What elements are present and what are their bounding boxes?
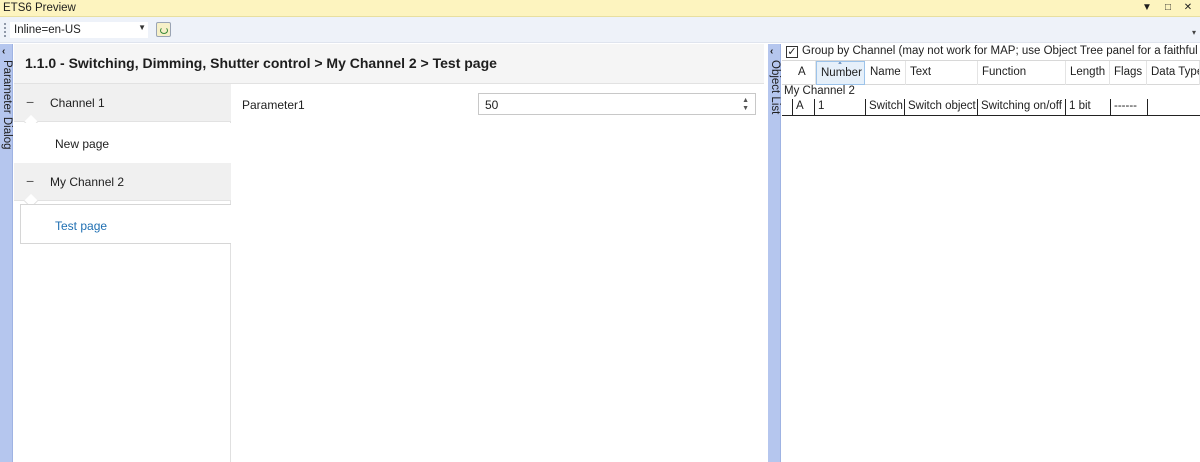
refresh-icon[interactable] <box>156 22 171 37</box>
parameter-dialog-tab-label: Parameter Dialog <box>1 60 13 150</box>
maximize-button[interactable]: □ <box>1161 1 1175 15</box>
tree-group-label: Channel 1 <box>50 96 105 110</box>
cell-text: Switch object <box>904 99 977 116</box>
channel-tree: − Channel 1 New page − My Channel 2 Test… <box>14 84 231 462</box>
cell-length: 1 bit <box>1065 99 1110 116</box>
sort-ascending-icon: ▲ <box>837 61 843 66</box>
column-header-a[interactable]: A <box>794 61 816 85</box>
collapse-left-icon[interactable]: ‹ <box>2 46 5 57</box>
cell-a: A <box>792 99 814 116</box>
grid-header: A ▲ Number Name Text Function Length Fla… <box>782 60 1200 85</box>
chevron-down-icon[interactable]: ▼ <box>138 23 146 32</box>
window-title: ETS6 Preview <box>3 2 76 14</box>
tree-page-test-page[interactable]: Test page <box>20 204 231 244</box>
column-header-number[interactable]: ▲ Number <box>816 61 865 85</box>
tree-group-label: My Channel 2 <box>50 175 125 189</box>
parameter1-stepper[interactable]: 50 ▲ ▼ <box>478 93 756 115</box>
tree-page-new-page[interactable]: New page <box>14 123 231 163</box>
column-header-number-label: Number <box>821 67 862 79</box>
table-row[interactable]: A 1 Switch Switch object Switching on/of… <box>782 99 1200 116</box>
column-header-name[interactable]: Name <box>866 61 906 85</box>
parameter-label: Parameter1 <box>242 98 305 112</box>
toolbar-grip[interactable] <box>4 23 6 37</box>
tree-page-label: Test page <box>55 219 108 233</box>
object-list-panel: ✓ Group by Channel (may not work for MAP… <box>782 44 1200 462</box>
tree-page-label: New page <box>55 137 110 151</box>
decrement-icon[interactable]: ▼ <box>742 105 749 112</box>
group-by-checkbox[interactable]: ✓ <box>786 46 798 58</box>
parameter-header: 1.1.0 - Switching, Dimming, Shutter cont… <box>14 44 764 84</box>
collapse-left-icon[interactable]: ‹ <box>770 46 773 57</box>
column-header-length[interactable]: Length <box>1066 61 1110 85</box>
breadcrumb: 1.1.0 - Switching, Dimming, Shutter cont… <box>25 55 497 71</box>
grid-group-label: My Channel 2 <box>784 85 855 97</box>
object-list-tab-label: Object List <box>769 60 781 115</box>
parameter-dialog-tab[interactable]: ‹ Parameter Dialog <box>0 44 13 462</box>
tree-group-channel-1[interactable]: − Channel 1 <box>14 84 231 130</box>
object-list-tab[interactable]: ‹ Object List <box>768 44 781 462</box>
cell-name: Switch <box>865 99 904 116</box>
cell-function: Switching on/off <box>977 99 1065 116</box>
parameter1-value[interactable]: 50 <box>485 98 498 112</box>
parameter-list: Parameter1 50 ▲ ▼ <box>232 84 764 462</box>
cell-number: 1 <box>814 99 865 116</box>
window-menu-button[interactable]: ▼ <box>1140 1 1154 15</box>
title-bar: ETS6 Preview ▼ □ ✕ <box>0 0 1200 17</box>
parameter-dialog-panel: 1.1.0 - Switching, Dimming, Shutter cont… <box>14 44 764 462</box>
group-by-option: ✓ Group by Channel (may not work for MAP… <box>782 44 1200 60</box>
column-header-data-type[interactable]: Data Type <box>1147 61 1200 85</box>
toolbar-overflow-icon[interactable]: ▾ <box>1192 28 1196 37</box>
close-button[interactable]: ✕ <box>1181 1 1195 15</box>
column-header-text[interactable]: Text <box>906 61 978 85</box>
language-select-value: Inline=en-US <box>14 24 81 36</box>
language-select[interactable]: Inline=en-US ▼ <box>9 21 149 39</box>
increment-icon[interactable]: ▲ <box>742 97 749 104</box>
group-by-label[interactable]: Group by Channel (may not work for MAP; … <box>802 45 1200 57</box>
toolbar: Inline=en-US ▼ ▾ <box>0 17 1200 43</box>
cell-flags: ------ <box>1110 99 1147 116</box>
column-header-flags[interactable]: Flags <box>1110 61 1147 85</box>
cell-data-type <box>1147 99 1200 116</box>
tree-group-my-channel-2[interactable]: − My Channel 2 <box>14 163 231 209</box>
collapse-icon[interactable]: − <box>26 94 34 110</box>
column-header-function[interactable]: Function <box>978 61 1066 85</box>
collapse-icon[interactable]: − <box>26 173 34 189</box>
